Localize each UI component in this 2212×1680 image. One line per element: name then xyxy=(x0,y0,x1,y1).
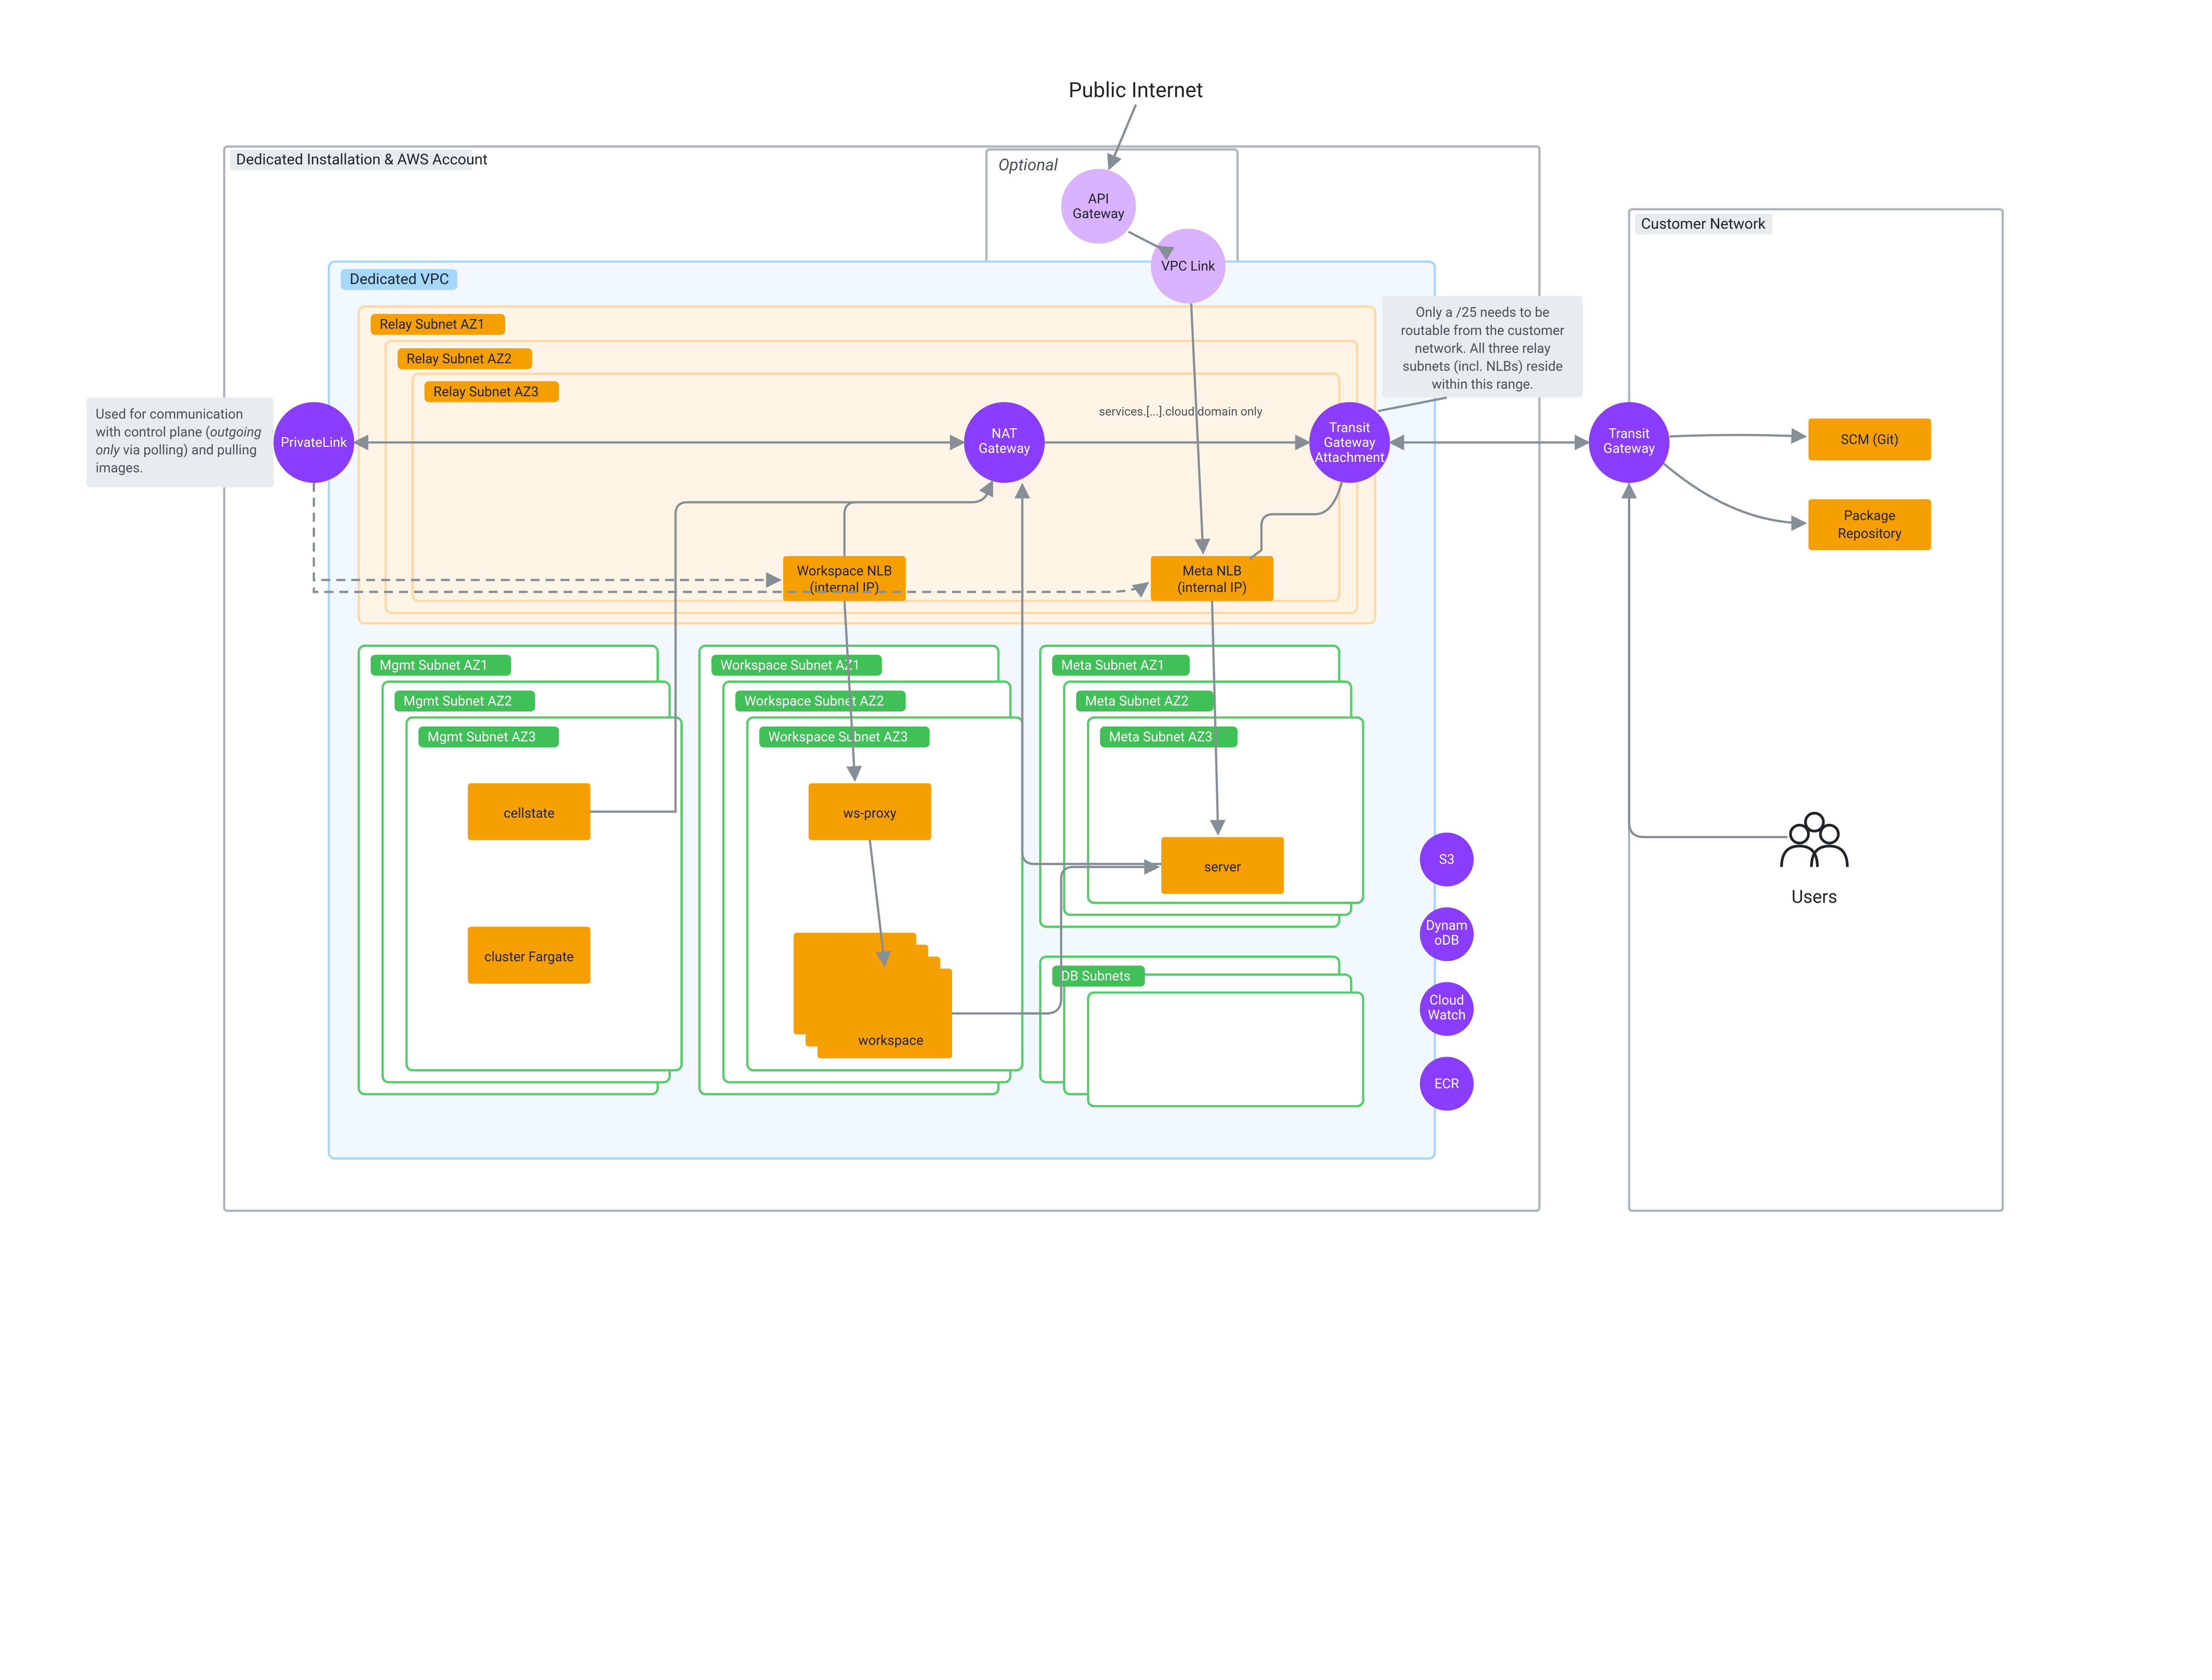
svg-text:Cloud: Cloud xyxy=(1429,992,1464,1008)
svg-text:Gateway: Gateway xyxy=(979,441,1030,457)
optional-label: Optional xyxy=(998,156,1058,175)
svg-text:Mgmt Subnet AZ3: Mgmt Subnet AZ3 xyxy=(427,730,536,745)
svg-text:Meta NLB: Meta NLB xyxy=(1183,564,1242,579)
svg-text:Mgmt Subnet AZ1: Mgmt Subnet AZ1 xyxy=(380,658,488,673)
svg-text:PrivateLink: PrivateLink xyxy=(281,435,347,450)
svg-text:Transit: Transit xyxy=(1609,426,1650,442)
svg-text:Meta Subnet AZ2: Meta Subnet AZ2 xyxy=(1085,694,1189,709)
svg-text:API: API xyxy=(1088,191,1109,207)
package-repo-box xyxy=(1809,499,1931,550)
svg-text:Relay Subnet AZ1: Relay Subnet AZ1 xyxy=(380,317,485,332)
svg-text:Package: Package xyxy=(1844,508,1896,524)
svg-text:Workspace Subnet AZ2: Workspace Subnet AZ2 xyxy=(744,694,884,709)
vpc-label: Dedicated VPC xyxy=(350,271,449,288)
svg-text:workspace: workspace xyxy=(858,1033,923,1048)
svg-text:Transit: Transit xyxy=(1329,420,1370,435)
users-icon: Users xyxy=(1782,813,1847,907)
svg-text:Meta Subnet AZ3: Meta Subnet AZ3 xyxy=(1109,730,1213,745)
svg-text:Watch: Watch xyxy=(1428,1007,1466,1023)
svg-text:Relay Subnet AZ2: Relay Subnet AZ2 xyxy=(407,351,512,367)
svg-text:Relay Subnet AZ3: Relay Subnet AZ3 xyxy=(434,384,539,400)
svg-text:SCM (Git): SCM (Git) xyxy=(1841,432,1899,447)
svg-text:routable from the customer: routable from the customer xyxy=(1401,323,1564,338)
svg-text:with control plane (outgoing: with control plane (outgoing xyxy=(96,424,261,440)
customer-network-label: Customer Network xyxy=(1641,215,1766,233)
svg-text:server: server xyxy=(1204,860,1241,875)
workspace-subnets: Workspace Subnet AZ1 Workspace Subnet AZ… xyxy=(699,646,1022,1094)
customer-network-region xyxy=(1629,209,2003,1211)
svg-text:Mgmt Subnet AZ2: Mgmt Subnet AZ2 xyxy=(403,694,512,709)
svg-text:within this range.: within this range. xyxy=(1432,377,1533,392)
domain-only-label: services.[...].cloud domain only xyxy=(1099,404,1263,419)
svg-text:Workspace Subnet AZ3: Workspace Subnet AZ3 xyxy=(768,730,908,745)
svg-text:Workspace Subnet AZ1: Workspace Subnet AZ1 xyxy=(720,658,860,673)
svg-text:Meta Subnet AZ1: Meta Subnet AZ1 xyxy=(1061,658,1165,673)
svg-text:oDB: oDB xyxy=(1434,933,1459,948)
svg-text:Attachment: Attachment xyxy=(1315,450,1385,465)
svg-text:Gateway: Gateway xyxy=(1324,435,1375,450)
db-subnets: DB Subnets xyxy=(1040,957,1363,1106)
svg-text:ECR: ECR xyxy=(1434,1076,1459,1092)
svg-text:ws-proxy: ws-proxy xyxy=(843,806,897,821)
svg-text:cluster Fargate: cluster Fargate xyxy=(484,949,574,965)
svg-text:(internal IP): (internal IP) xyxy=(1177,580,1247,596)
public-internet-heading: Public Internet xyxy=(1069,78,1203,103)
svg-text:Users: Users xyxy=(1792,886,1837,907)
svg-text:(internal IP): (internal IP) xyxy=(810,580,879,596)
meta-subnets: Meta Subnet AZ1 Meta Subnet AZ2 Meta Sub… xyxy=(1040,646,1363,926)
architecture-diagram: Public Internet Dedicated Installation &… xyxy=(0,0,2212,1346)
svg-text:Gateway: Gateway xyxy=(1603,441,1655,457)
svg-text:Workspace NLB: Workspace NLB xyxy=(797,564,892,579)
svg-text:VPC Link: VPC Link xyxy=(1161,258,1215,274)
svg-text:DB Subnets: DB Subnets xyxy=(1061,969,1131,984)
svg-text:subnets (incl. NLBs) reside: subnets (incl. NLBs) reside xyxy=(1402,359,1563,374)
svg-text:S3: S3 xyxy=(1439,852,1455,868)
svg-text:Dynam: Dynam xyxy=(1426,918,1467,933)
svg-text:cellstate: cellstate xyxy=(503,806,554,821)
svg-text:network. All three relay: network. All three relay xyxy=(1415,341,1551,356)
svg-text:Only a /25 needs to be: Only a /25 needs to be xyxy=(1416,305,1549,320)
svg-text:NAT: NAT xyxy=(991,426,1017,442)
svg-text:Gateway: Gateway xyxy=(1073,206,1125,222)
aws-account-label: Dedicated Installation & AWS Account xyxy=(236,151,488,169)
svg-text:images.: images. xyxy=(96,461,143,476)
mgmt-subnets: Mgmt Subnet AZ1 Mgmt Subnet AZ2 Mgmt Sub… xyxy=(359,646,682,1094)
svg-text:Used for communication: Used for communication xyxy=(96,407,243,422)
svg-text:Repository: Repository xyxy=(1838,526,1902,542)
svg-text:only via polling) and pulling: only via polling) and pulling xyxy=(96,442,257,458)
